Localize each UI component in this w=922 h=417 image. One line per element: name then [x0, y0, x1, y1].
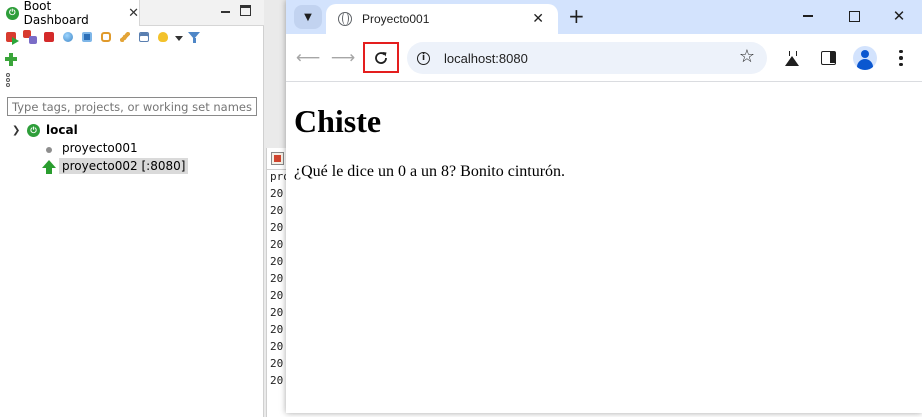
profile-avatar-icon[interactable] [853, 46, 877, 70]
view-title: Boot Dashboard [23, 0, 89, 27]
stopped-state-icon [46, 147, 52, 153]
boot-dashboard-tab[interactable]: ⏻ Boot Dashboard ✕ [0, 0, 140, 27]
edit-pencil-icon[interactable] [118, 30, 133, 45]
filter-input[interactable] [7, 97, 257, 116]
forward-button[interactable]: ⟶ [329, 44, 357, 72]
expand-chevron-icon[interactable]: ❯ [12, 125, 20, 136]
lightbulb-icon[interactable] [156, 30, 171, 45]
close-view-icon[interactable]: ✕ [128, 6, 139, 21]
start-icon[interactable] [4, 30, 19, 45]
page-viewport: Chiste ¿Qué le dice un 0 a un 8? Bonito … [286, 83, 922, 413]
reload-button[interactable] [363, 42, 399, 73]
dashboard-toolbar [4, 28, 202, 46]
console-view-fragment: pro 20 20 20 20 20 20 20 20 20 20 20 20 [266, 148, 290, 417]
side-panel-icon[interactable] [817, 47, 839, 69]
page-heading: Chiste [294, 103, 382, 139]
reload-icon [375, 51, 387, 64]
dashboard-toolbar-3 [4, 70, 12, 88]
window-minimize-button[interactable] [796, 6, 820, 26]
more-menu-icon[interactable] [890, 47, 912, 69]
globe-icon [338, 12, 352, 26]
project-tree: ❯ ⏻ local proyecto001 proyecto002 [:8080… [0, 122, 264, 176]
bookmark-star-icon[interactable]: ☆ [739, 46, 755, 67]
console-icon[interactable] [271, 152, 284, 165]
dropdown-chevron-icon[interactable] [175, 30, 183, 45]
browser-toolbar: ⟵ ⟶ i localhost:8080 ☆ [286, 34, 922, 82]
more-options-icon[interactable] [4, 72, 12, 87]
url-text[interactable]: localhost:8080 [444, 51, 528, 66]
tree-node-local[interactable]: ❯ ⏻ local [0, 122, 264, 140]
labs-flask-icon[interactable] [781, 47, 803, 69]
chrome-window: ▼ Proyecto001 ✕ + ✕ ⟵ ⟶ i localhost:8080… [286, 0, 922, 413]
spring-boot-icon: ⏻ [27, 124, 40, 137]
maximize-view-button[interactable] [240, 5, 251, 16]
dashboard-toolbar-2 [4, 50, 19, 68]
properties-table-icon[interactable] [137, 30, 152, 45]
tree-node-label: local [46, 123, 78, 137]
minimize-view-button[interactable] [220, 5, 231, 16]
filter-funnel-icon[interactable] [187, 30, 202, 45]
new-tab-button[interactable]: + [568, 3, 585, 29]
link-sync-icon[interactable] [99, 30, 114, 45]
running-up-arrow-icon [42, 160, 56, 174]
tree-node-proyecto002[interactable]: proyecto002 [:8080] [0, 158, 264, 176]
view-tab-bar: ⏻ Boot Dashboard ✕ [0, 0, 264, 27]
tab-strip: ▼ Proyecto001 ✕ + ✕ [286, 0, 922, 34]
tab-close-icon[interactable]: ✕ [532, 11, 544, 27]
tree-node-label: proyecto001 [62, 141, 138, 155]
browser-tab-proyecto001[interactable]: Proyecto001 ✕ [326, 4, 558, 34]
boot-dashboard-view: ⏻ Boot Dashboard ✕ Type tags, projects, … [0, 0, 264, 417]
address-bar[interactable]: i localhost:8080 ☆ [407, 42, 767, 74]
tab-title: Proyecto001 [362, 12, 430, 26]
site-info-icon[interactable]: i [417, 51, 430, 65]
open-console-icon[interactable] [80, 30, 95, 45]
tree-node-label: proyecto002 [:8080] [59, 158, 189, 174]
open-browser-icon[interactable] [61, 30, 76, 45]
window-close-button[interactable]: ✕ [887, 6, 911, 26]
spring-boot-icon: ⏻ [6, 6, 19, 20]
page-paragraph: ¿Qué le dice un 0 a un 8? Bonito cinturó… [294, 163, 566, 180]
debug-icon[interactable] [23, 29, 38, 45]
add-plus-icon[interactable] [4, 52, 19, 67]
back-button[interactable]: ⟵ [294, 44, 322, 72]
tab-search-chevron-icon[interactable]: ▼ [294, 5, 322, 29]
tree-node-proyecto001[interactable]: proyecto001 [0, 140, 264, 158]
window-maximize-button[interactable] [842, 6, 866, 26]
stop-icon[interactable] [42, 30, 57, 45]
